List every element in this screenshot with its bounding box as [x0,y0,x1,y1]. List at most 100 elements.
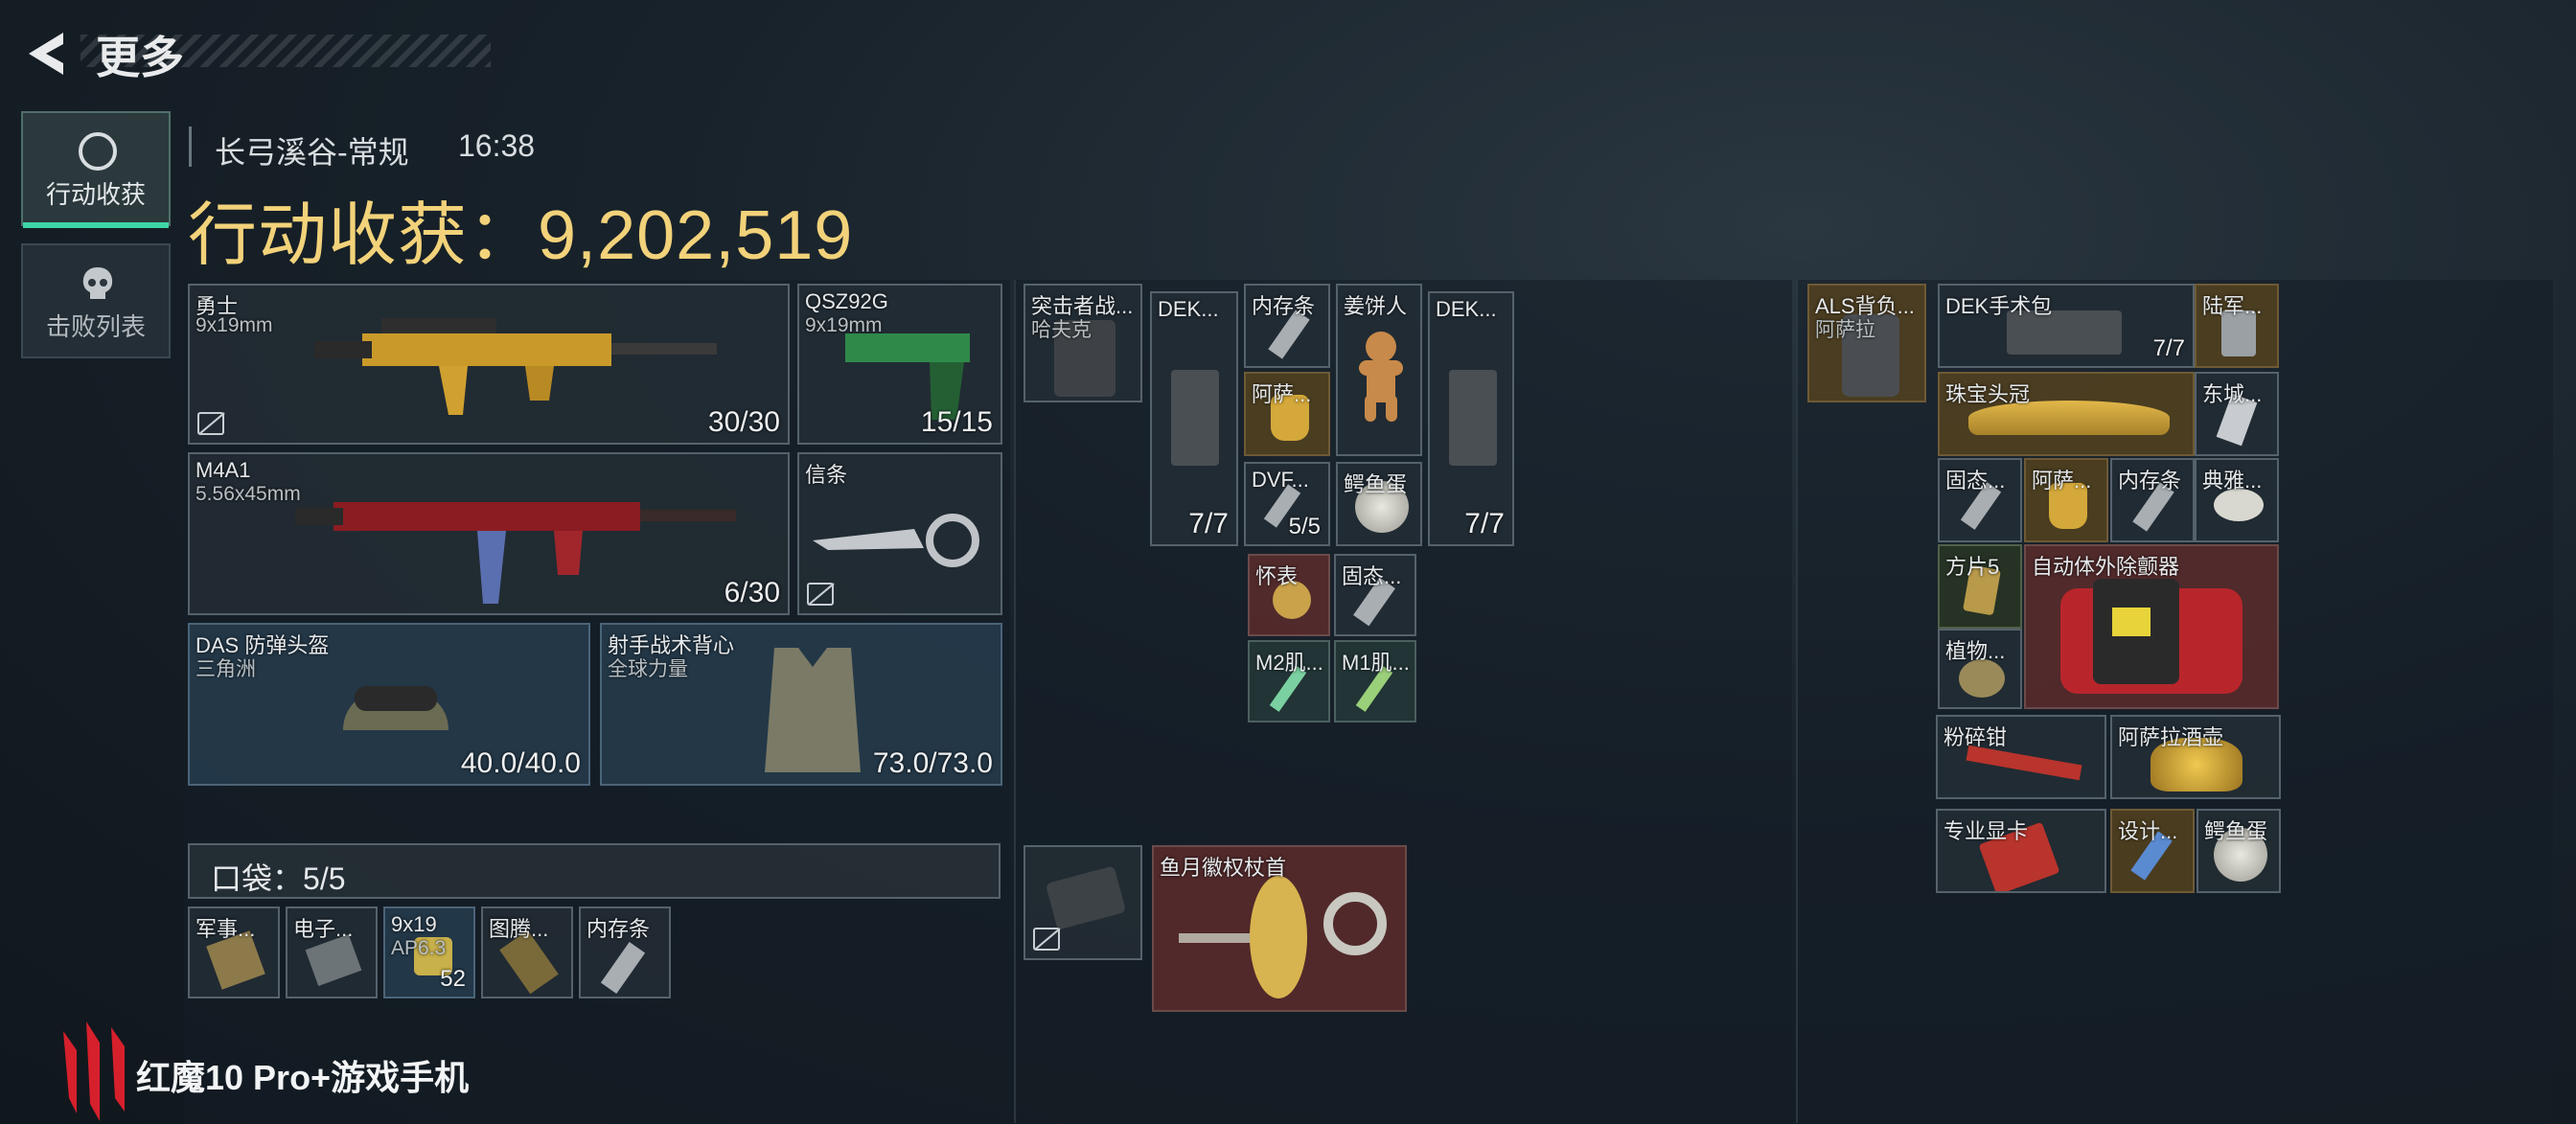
case-icon [1045,865,1127,930]
backpack-item-name: 典雅... [2202,469,2263,493]
rig-item[interactable]: 阿萨... [1244,372,1330,456]
secondary-weapon-slot[interactable]: M4A1 5.56x45mm 6/30 [188,452,790,615]
rig-item[interactable]: DEK... 7/7 [1150,291,1238,546]
rig-item-count: 7/7 [1188,508,1229,539]
pocket-item-name: 军事... [196,917,256,941]
harvest-label: 行动收获： [188,197,539,274]
backpack-item-count: 7/7 [2152,335,2185,361]
scepter-icon [1179,876,1387,998]
helmet-icon [343,686,448,730]
melee-name: 信条 [805,463,848,487]
backpack-item[interactable]: 鳄鱼蛋 [2196,809,2281,893]
primary-weapon-slot[interactable]: 勇士 9x19mm 30/30 [188,284,790,445]
backpack-item[interactable]: 方片5 [1938,544,2022,629]
armor-durability: 73.0/73.0 [872,747,993,779]
backpack-item-name: 设计... [2118,819,2178,843]
primary-weapon-count: 30/30 [707,406,780,438]
pocket-label: 口袋：5/5 [211,855,346,899]
backpack-item[interactable]: 典雅... [2195,458,2279,542]
backpack-slot[interactable]: ALS背负... 阿萨拉 [1807,284,1926,402]
pocket-item[interactable]: 9x19 AP6.3 52 [383,906,475,998]
backpack-item[interactable]: 粉碎钳 [1936,715,2106,799]
rig-item[interactable]: 怀表 [1248,554,1330,636]
secure-case-slot[interactable] [1024,845,1142,960]
lock-icon [807,583,834,606]
backpack-item[interactable]: 阿萨... [2024,458,2108,542]
backpack-item[interactable]: 专业显卡 [1936,809,2106,893]
lock-icon [1033,928,1060,951]
backpack-item[interactable]: DEK手术包 7/7 [1938,284,2195,368]
special-item-name: 鱼月徽权杖首 [1160,856,1287,880]
backpack-item-name: 专业显卡 [1944,819,2029,843]
defibrillator-icon [2060,579,2242,694]
backpack-item[interactable]: 设计... [2110,809,2195,893]
rig-item-name: M2肌... [1255,651,1323,675]
brand-logo-icon [63,1021,125,1121]
secondary-weapon-name: M4A1 [196,458,251,482]
pocket-header: 口袋：5/5 [188,843,1000,899]
tab-harvest-label: 行动收获 [45,180,146,209]
backpack-item-name: 鳄鱼蛋 [2204,819,2268,843]
pocket-count: 5/5 [303,861,346,896]
rig-item-name: 怀表 [1255,564,1299,588]
helmet-slot[interactable]: DAS 防弹头盔 三角洲 40.0/40.0 [188,623,590,786]
pistol-count: 15/15 [920,406,993,438]
backpack-item[interactable]: 植物... [1938,629,2022,709]
pocket-item-name: 内存条 [586,917,651,941]
rig-item-name: DVF... [1252,468,1309,492]
gingerbread-icon [1359,332,1403,422]
secondary-weapon-count: 6/30 [724,577,780,608]
backpack-item[interactable]: 内存条 [2110,458,2195,542]
page-title: 更多 [96,33,184,82]
melee-slot[interactable]: 信条 [797,452,1002,615]
rig-item[interactable]: M2肌... [1248,640,1330,723]
pocket-label-text: 口袋： [211,861,304,896]
memory-stick-icon [600,941,646,995]
rig-item-name: 固态... [1342,564,1402,588]
tab-harvest[interactable]: 行动收获 [21,111,171,228]
backpack-item-name: 方片5 [1945,555,2000,579]
back-button[interactable] [21,25,79,82]
helmet-brand: 三角洲 [196,658,256,680]
chest-rig-brand: 哈夫克 [1031,319,1092,341]
pocket-item[interactable]: 电子... [286,906,378,998]
helmet-durability: 40.0/40.0 [460,747,581,779]
armor-slot[interactable]: 射手战术背心 全球力量 73.0/73.0 [600,623,1002,786]
pocket-item-sub: AP6.3 [391,937,447,959]
backpack-item[interactable]: 固态... [1938,458,2022,542]
rig-item-count: 5/5 [1288,514,1321,539]
rig-item-special[interactable]: 鱼月徽权杖首 [1152,845,1407,1012]
backpack-item-name: 固态... [1945,469,2006,493]
rig-item-name: 鳄鱼蛋 [1344,472,1408,496]
raid-time: 16:38 [458,128,536,163]
tab-defeat-list[interactable]: 击败列表 [21,243,171,358]
rig-item[interactable]: 姜饼人 [1336,284,1422,456]
rig-item[interactable]: M1肌... [1334,640,1416,723]
pocket-item[interactable]: 军事... [188,906,280,998]
rig-item-name: 阿萨... [1252,382,1312,406]
rig-item[interactable]: 内存条 [1244,284,1330,368]
secondary-weapon-ammo: 5.56x45mm [196,483,301,505]
rifle-icon [295,502,736,604]
backpack-item[interactable]: 东城... [2195,372,2279,456]
rig-item[interactable]: 固态... [1334,554,1416,636]
primary-weapon-ammo: 9x19mm [196,314,273,336]
chest-rig-slot[interactable]: 突击者战... 哈夫克 [1024,284,1142,402]
backpack-item-name: 自动体外除颤器 [2032,555,2180,579]
backpack-item-name: 陆军... [2202,294,2263,318]
pocket-item[interactable]: 内存条 [579,906,671,998]
pistol-slot[interactable]: QSZ92G 9x19mm 15/15 [797,284,1002,445]
rig-item[interactable]: 鳄鱼蛋 [1336,462,1422,546]
backpack-item[interactable]: 自动体外除颤器 [2024,544,2279,709]
rig-item[interactable]: DEK... 7/7 [1428,291,1514,546]
backpack-item[interactable]: 珠宝头冠 [1938,372,2195,456]
backpack-item[interactable]: 陆军... [2195,284,2279,368]
pocket-item[interactable]: 图腾... [481,906,573,998]
rig-item[interactable]: DVF... 5/5 [1244,462,1330,546]
backpack-item-name: 阿萨... [2032,469,2092,493]
backpack-item-name: 内存条 [2118,469,2182,493]
map-name: 长弓溪谷-常规 [215,135,409,170]
harvest-value: 9,202,519 [538,197,854,274]
surgery-kit-icon [1449,370,1497,466]
backpack-item[interactable]: 阿萨拉酒壶 [2110,715,2281,799]
